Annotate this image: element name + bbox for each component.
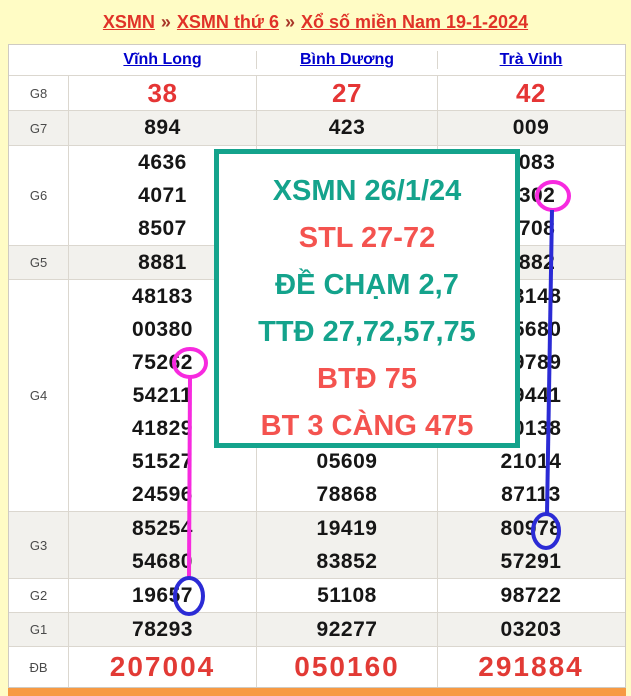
prediction-callout: XSMN 26/1/24 STL 27-72 ĐỀ CHẠM 2,7 TTĐ 2… — [214, 149, 520, 448]
prize-number: 19419 — [257, 512, 437, 545]
breadcrumb-link-xsmn-date[interactable]: Xổ số miền Nam 19-1-2024 — [301, 12, 528, 32]
prize-row-g7: G7 894 423 009 — [9, 111, 625, 146]
prize-label: ĐB — [9, 647, 69, 687]
prize-row-db: ĐB 207004 050160 291884 — [9, 647, 625, 687]
callout-line-ttd: TTĐ 27,72,57,75 — [219, 309, 515, 356]
prize-label: G8 — [9, 76, 69, 110]
prize-number: 19657 — [69, 579, 256, 612]
prize-label: G2 — [9, 579, 69, 612]
prize-number-special: 291884 — [438, 647, 624, 687]
bottom-orange-bar — [8, 688, 626, 696]
prize-number: 78293 — [69, 613, 256, 646]
prize-number: 24596 — [69, 478, 256, 511]
prize-number-special: 050160 — [257, 647, 437, 687]
prize-number: 57291 — [438, 545, 624, 578]
prize-label: G6 — [9, 146, 69, 245]
prize-number: 78868 — [257, 478, 437, 511]
prize-number: 85254 — [69, 512, 256, 545]
breadcrumb-separator: » — [155, 12, 177, 32]
prize-number: 894 — [69, 111, 256, 145]
breadcrumb-link-xsmn-thu-6[interactable]: XSMN thứ 6 — [177, 12, 279, 32]
prize-label: G3 — [9, 512, 69, 578]
prize-number-special: 207004 — [69, 647, 256, 687]
prize-number: 38 — [69, 76, 256, 110]
prize-row-g8: G8 38 27 42 — [9, 76, 625, 111]
prize-label: G1 — [9, 613, 69, 646]
prize-row-g2: G2 19657 51108 98722 — [9, 579, 625, 613]
breadcrumb: XSMN»XSMN thứ 6»Xổ số miền Nam 19-1-2024 — [0, 0, 631, 44]
column-header-vinh-long: Vĩnh Long — [69, 51, 257, 69]
prize-number: 423 — [257, 111, 437, 145]
callout-line-title: XSMN 26/1/24 — [219, 168, 515, 215]
breadcrumb-separator: » — [279, 12, 301, 32]
callout-line-btd: BTĐ 75 — [219, 356, 515, 403]
prize-label: G7 — [9, 111, 69, 145]
province-link-vinh-long[interactable]: Vĩnh Long — [123, 51, 201, 69]
prize-number: 54680 — [69, 545, 256, 578]
column-header-binh-duong: Bình Dương — [257, 51, 438, 69]
prize-number: 009 — [438, 111, 624, 145]
prize-row-g3: G3 85254 54680 19419 83852 80978 57291 — [9, 512, 625, 579]
prize-number: 80978 — [438, 512, 624, 545]
table-header-row: Vĩnh Long Bình Dương Trà Vinh — [9, 45, 625, 76]
prize-number: 98722 — [438, 579, 624, 612]
province-link-binh-duong[interactable]: Bình Dương — [300, 51, 394, 69]
prize-number: 83852 — [257, 545, 437, 578]
prize-number: 87113 — [438, 478, 624, 511]
prize-number: 42 — [438, 76, 624, 110]
prize-row-g1: G1 78293 92277 03203 — [9, 613, 625, 647]
prize-number: 27 — [257, 76, 437, 110]
column-header-tra-vinh: Trà Vinh — [438, 51, 624, 69]
callout-line-bt-3-cang: BT 3 CÀNG 475 — [219, 403, 515, 450]
prize-number: 03203 — [438, 613, 624, 646]
prize-number: 51108 — [257, 579, 437, 612]
prize-label: G5 — [9, 246, 69, 279]
prize-label: G4 — [9, 280, 69, 511]
province-link-tra-vinh[interactable]: Trà Vinh — [500, 51, 563, 69]
breadcrumb-link-xsmn[interactable]: XSMN — [103, 12, 155, 32]
callout-line-stl: STL 27-72 — [219, 215, 515, 262]
callout-line-de-cham: ĐỀ CHẠM 2,7 — [219, 262, 515, 309]
prize-number: 92277 — [257, 613, 437, 646]
